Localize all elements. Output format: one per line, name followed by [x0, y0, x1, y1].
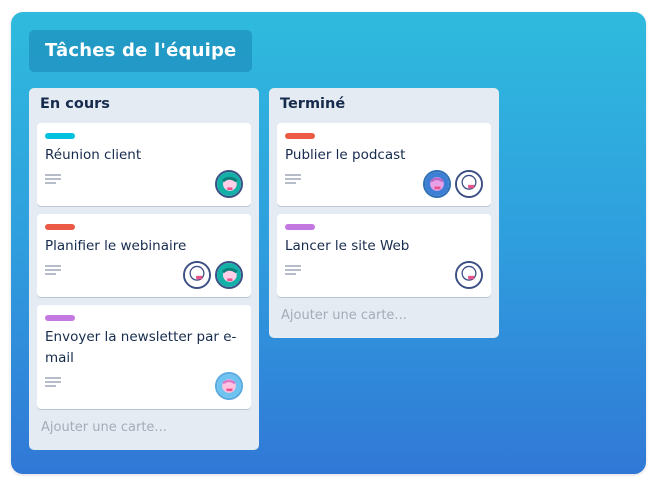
- board: Tâches de l'équipe En cours Réunion clie…: [11, 12, 646, 474]
- add-card-button[interactable]: Ajouter une carte...: [41, 420, 167, 435]
- card-title: Planifier le webinaire: [45, 238, 187, 254]
- description-icon: [285, 265, 301, 276]
- description-icon: [45, 174, 61, 185]
- description-icon: [45, 377, 61, 388]
- card-envoyer-newsletter[interactable]: Envoyer la newsletter par e-mail: [37, 305, 251, 409]
- card-label[interactable]: [285, 224, 315, 230]
- card-label[interactable]: [45, 224, 75, 230]
- add-card-button[interactable]: Ajouter une carte...: [281, 308, 407, 323]
- member-avatar-icon[interactable]: [455, 170, 483, 198]
- member-avatar-icon[interactable]: [183, 261, 211, 289]
- card-lancer-site-web[interactable]: Lancer le site Web: [277, 214, 491, 297]
- card-title: Réunion client: [45, 147, 142, 163]
- member-avatar-icon[interactable]: [215, 170, 243, 198]
- card-title: Envoyer la newsletter par e-mail: [45, 329, 237, 366]
- card-reunion-client[interactable]: Réunion client: [37, 123, 251, 206]
- card-title: Publier le podcast: [285, 147, 406, 163]
- description-icon: [45, 265, 61, 276]
- list-title[interactable]: En cours: [40, 96, 110, 112]
- card-label[interactable]: [45, 133, 75, 139]
- card-label[interactable]: [45, 315, 75, 321]
- description-icon: [285, 174, 301, 185]
- card-title: Lancer le site Web: [285, 238, 410, 254]
- member-avatar-icon[interactable]: [215, 261, 243, 289]
- member-avatar-icon[interactable]: [455, 261, 483, 289]
- member-avatar-icon[interactable]: [215, 372, 243, 400]
- card-publier-podcast[interactable]: Publier le podcast: [277, 123, 491, 206]
- card-label[interactable]: [285, 133, 315, 139]
- board-title[interactable]: Tâches de l'équipe: [29, 30, 253, 72]
- list-title[interactable]: Terminé: [280, 96, 345, 112]
- card-planifier-webinaire[interactable]: Planifier le webinaire: [37, 214, 251, 297]
- member-avatar-icon[interactable]: [423, 170, 451, 198]
- list-termine: Terminé Publier le podcast Lancer le sit…: [269, 88, 499, 338]
- list-en-cours: En cours Réunion client Planifier le web…: [29, 88, 259, 450]
